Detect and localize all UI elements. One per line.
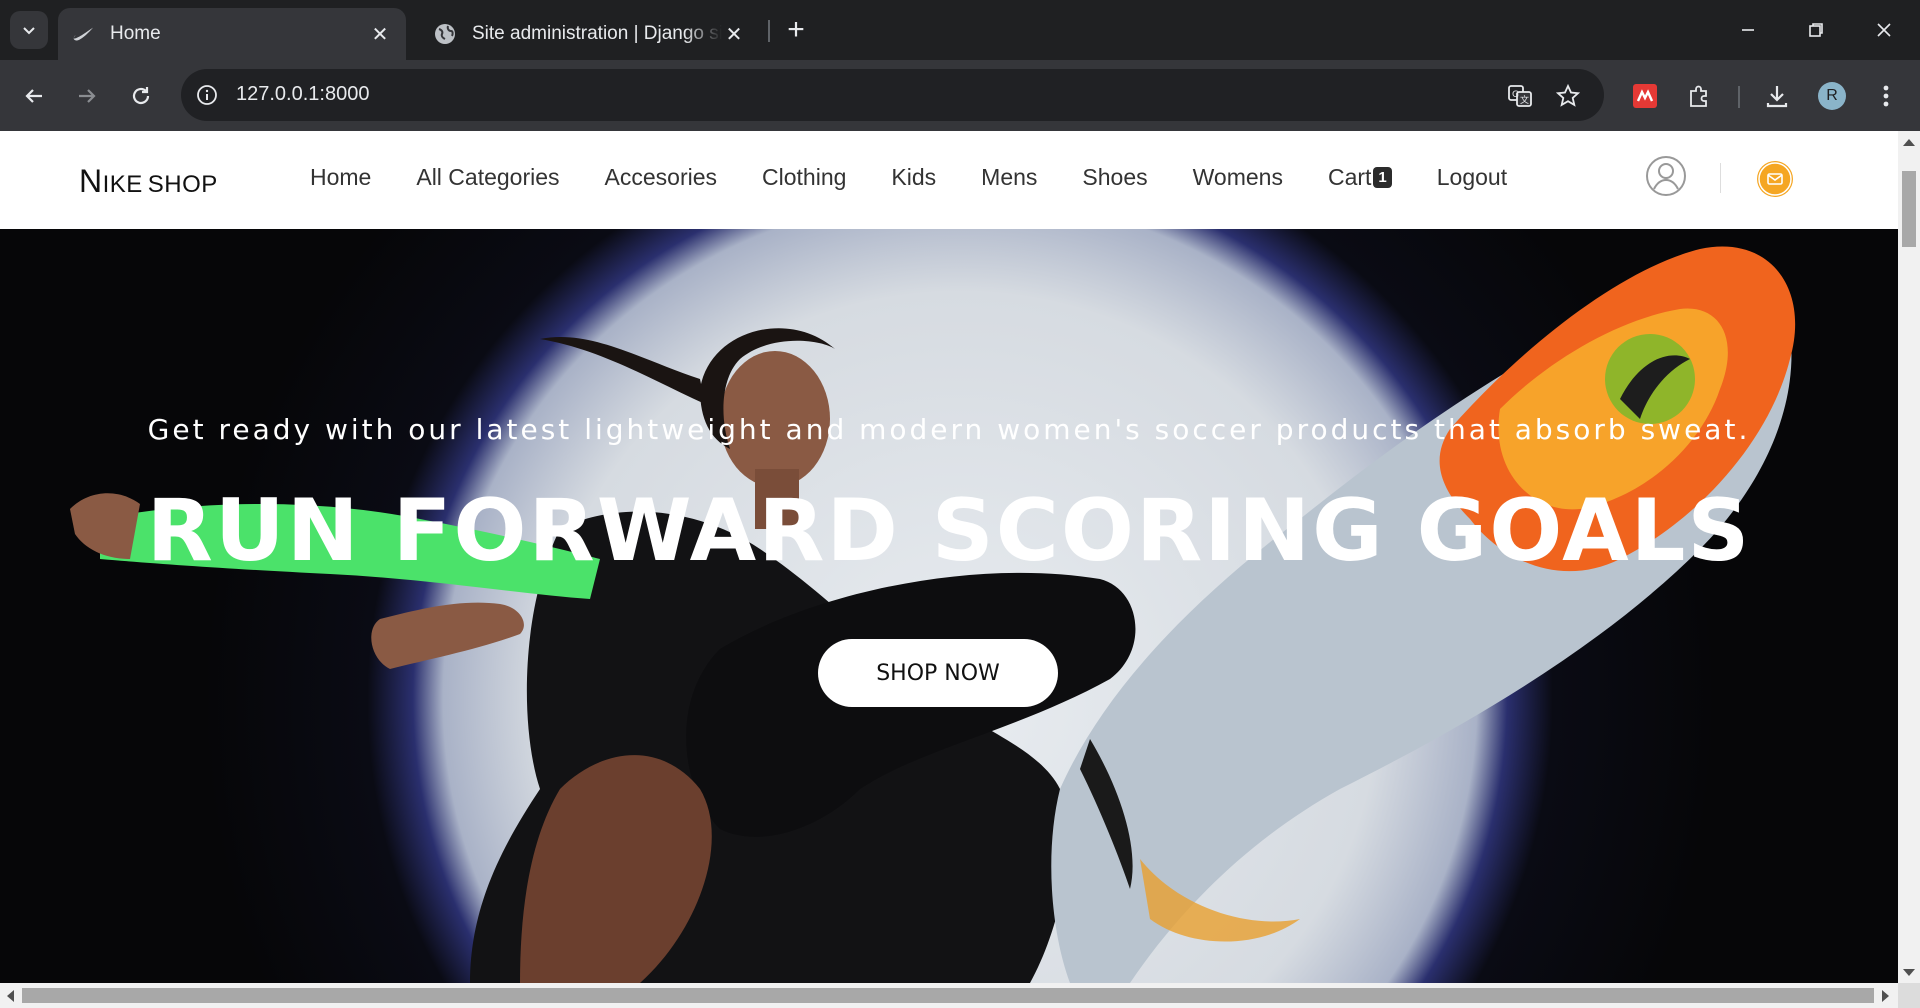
brand-logo[interactable]: NIKE SHOP: [79, 163, 218, 200]
svg-text:文: 文: [1520, 94, 1529, 106]
back-button[interactable]: [14, 76, 54, 116]
address-bar[interactable]: 127.0.0.1:8000 G文: [181, 69, 1604, 121]
close-tab-icon[interactable]: ✕: [722, 22, 746, 46]
user-account-icon[interactable]: [1645, 155, 1687, 197]
toolbar-divider: [1738, 86, 1740, 108]
browser-menu-button[interactable]: [1868, 78, 1904, 114]
brand-name: IKE: [102, 171, 143, 198]
tab-title: Site administration | Django site admin: [472, 23, 722, 44]
scroll-up-arrow-icon[interactable]: [1903, 139, 1915, 146]
tab-search-button[interactable]: [10, 11, 48, 49]
close-icon: [1877, 23, 1891, 37]
nav-mens[interactable]: Mens: [981, 164, 1037, 191]
close-tab-icon[interactable]: ✕: [368, 22, 392, 46]
nav-logout[interactable]: Logout: [1437, 164, 1507, 191]
main-nav: Home All Categories Accesories Clothing …: [310, 164, 1552, 191]
mail-icon[interactable]: [1757, 161, 1793, 197]
chevron-down-icon: [23, 27, 35, 35]
site-header: NIKE SHOP Home All Categories Accesories…: [0, 131, 1898, 229]
extensions-puzzle-icon[interactable]: [1681, 78, 1717, 114]
hero-subtitle: Get ready with our latest lightweight an…: [147, 413, 1751, 446]
minimize-icon: [1742, 29, 1754, 31]
restore-icon: [1809, 23, 1823, 37]
cart-count-badge: 1: [1373, 167, 1392, 189]
browser-toolbar: 127.0.0.1:8000 G文 R: [0, 60, 1920, 131]
reload-button[interactable]: [121, 76, 161, 116]
scrollbar-corner: [1898, 983, 1920, 1008]
shop-now-button[interactable]: SHOP NOW: [818, 639, 1058, 707]
tab-divider: [768, 20, 770, 42]
nike-swoosh-icon: [72, 23, 94, 45]
vertical-scroll-thumb[interactable]: [1902, 171, 1916, 247]
horizontal-scrollbar[interactable]: [0, 983, 1898, 1008]
scroll-left-arrow-icon[interactable]: [7, 990, 14, 1002]
profile-avatar[interactable]: R: [1814, 78, 1850, 114]
close-window-button[interactable]: [1854, 10, 1914, 50]
nav-shoes[interactable]: Shoes: [1082, 164, 1147, 191]
nav-cart[interactable]: Cart 1: [1328, 164, 1392, 191]
new-tab-button[interactable]: +: [780, 13, 812, 46]
nav-kids[interactable]: Kids: [891, 164, 936, 191]
bookmark-star-icon[interactable]: [1553, 81, 1583, 111]
scroll-down-arrow-icon[interactable]: [1903, 969, 1915, 976]
tab-title: Home: [110, 23, 161, 44]
globe-icon: [434, 23, 456, 45]
page-viewport: NIKE SHOP Home All Categories Accesories…: [0, 131, 1898, 983]
nav-home[interactable]: Home: [310, 164, 371, 191]
vertical-scrollbar[interactable]: [1898, 131, 1920, 983]
scroll-right-arrow-icon[interactable]: [1882, 990, 1889, 1002]
nav-womens[interactable]: Womens: [1193, 164, 1283, 191]
extension-red-icon[interactable]: [1627, 78, 1663, 114]
arrow-right-icon: [79, 89, 96, 103]
kebab-menu-icon: [1883, 85, 1889, 107]
url-text: 127.0.0.1:8000: [236, 83, 370, 105]
tab-django-admin[interactable]: Site administration | Django site admin …: [420, 8, 760, 60]
nav-clothing[interactable]: Clothing: [762, 164, 846, 191]
site-info-icon[interactable]: [193, 81, 221, 109]
nav-accesories[interactable]: Accesories: [605, 164, 717, 191]
header-divider: [1720, 163, 1721, 193]
translate-icon[interactable]: G文: [1505, 81, 1535, 111]
hero-banner: Get ready with our latest lightweight an…: [0, 229, 1898, 983]
reload-icon: [132, 87, 150, 105]
downloads-icon[interactable]: [1759, 78, 1795, 114]
forward-button[interactable]: [67, 76, 107, 116]
brand-suffix: SHOP: [147, 171, 218, 198]
minimize-button[interactable]: [1718, 10, 1778, 50]
browser-tab-bar: Home ✕ Site administration | Django site…: [0, 0, 1920, 60]
nav-all-categories[interactable]: All Categories: [416, 164, 559, 191]
arrow-left-icon: [25, 89, 42, 103]
brand-initial: N: [79, 163, 103, 199]
cart-label: Cart: [1327, 164, 1372, 190]
tab-home[interactable]: Home ✕: [58, 8, 406, 60]
hero-title: RUN FORWARD SCORING GOALS: [146, 481, 1752, 581]
restore-button[interactable]: [1786, 10, 1846, 50]
horizontal-scroll-thumb[interactable]: [22, 988, 1874, 1003]
svg-text:G: G: [1512, 90, 1519, 100]
profile-initial: R: [1818, 82, 1846, 110]
hero-athlete-image: [70, 246, 1796, 983]
